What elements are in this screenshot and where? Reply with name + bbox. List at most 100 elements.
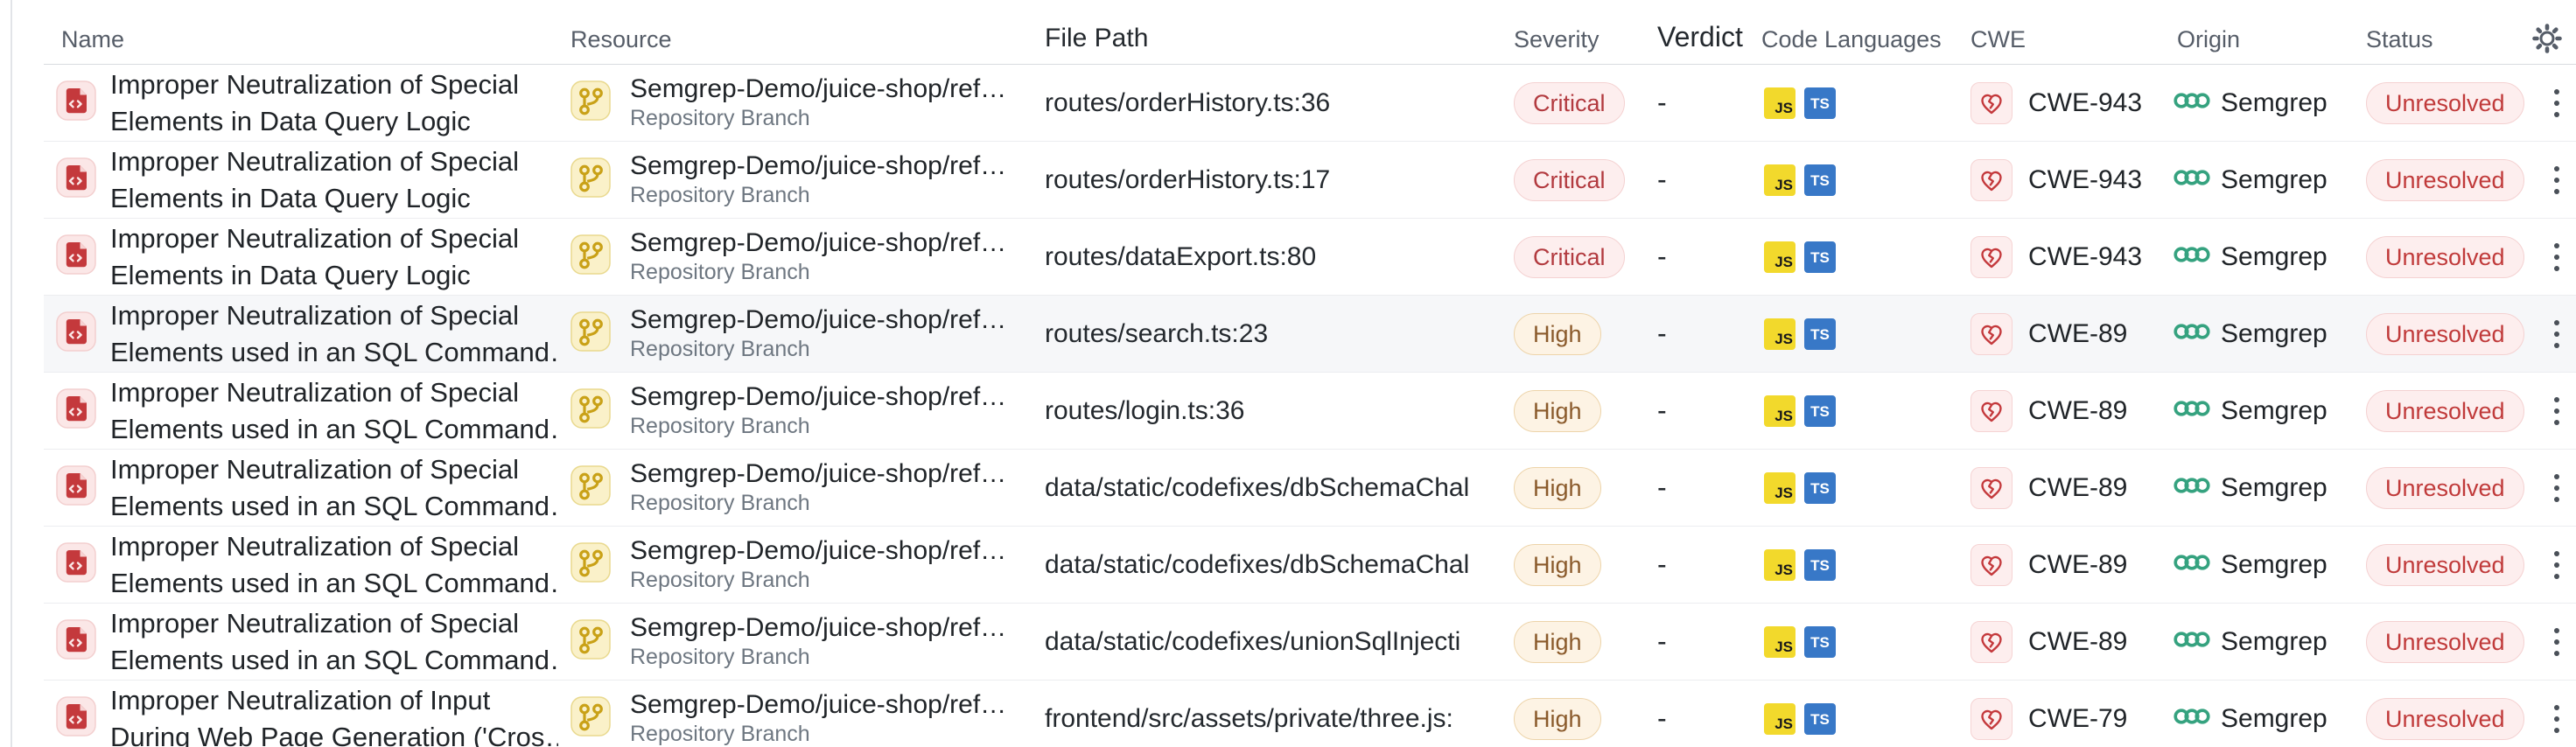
finding-name-line1: Improper Neutralization of Special [110, 66, 519, 103]
broken-heart-icon [1970, 236, 2012, 278]
typescript-language-icon: TS [1804, 626, 1836, 658]
row-menu-kebab-icon[interactable] [2549, 311, 2565, 357]
semgrep-origin-icon [2174, 244, 2210, 269]
column-header-severity: Severity [1514, 0, 1654, 64]
table-row[interactable]: Improper Neutralization of Special Eleme… [44, 450, 2576, 527]
verdict-value: - [1654, 527, 1758, 603]
broken-heart-icon [1970, 467, 2012, 509]
column-header-verdict: Verdict [1654, 0, 1758, 64]
git-branch-icon [570, 696, 611, 741]
resource-type-label: Repository Branch [630, 567, 1006, 594]
row-menu-kebab-icon[interactable] [2549, 80, 2565, 126]
finding-name-line1: Improper Neutralization of Special [110, 605, 558, 642]
broken-heart-icon [1970, 159, 2012, 201]
origin-name: Semgrep [2221, 165, 2328, 195]
code-file-icon [56, 388, 96, 433]
semgrep-origin-icon [2174, 321, 2210, 346]
resource-name: Semgrep-Demo/juice-shop/ref… [630, 458, 1006, 490]
resource-name: Semgrep-Demo/juice-shop/ref… [630, 612, 1006, 644]
git-branch-icon [570, 465, 611, 510]
table-row[interactable]: Improper Neutralization of Special Eleme… [44, 373, 2576, 450]
code-file-icon [56, 619, 96, 664]
finding-name-line1: Improper Neutralization of Special [110, 220, 519, 257]
finding-name-line1: Improper Neutralization of Special [110, 451, 558, 488]
column-header-status: Status [2361, 0, 2538, 64]
finding-name-line2: Elements used in an SQL Command… [110, 411, 558, 448]
table-row[interactable]: Improper Neutralization of Special Eleme… [44, 142, 2576, 219]
typescript-language-icon: TS [1804, 318, 1836, 350]
column-header-langs: Code Languages [1758, 0, 1970, 64]
severity-badge: High [1514, 544, 1601, 586]
table-row[interactable]: Improper Neutralization of Special Eleme… [44, 527, 2576, 604]
origin-name: Semgrep [2221, 319, 2328, 349]
row-menu-kebab-icon[interactable] [2549, 542, 2565, 588]
git-branch-icon [570, 234, 611, 279]
origin-name: Semgrep [2221, 242, 2328, 272]
resource-name: Semgrep-Demo/juice-shop/ref… [630, 227, 1006, 259]
column-header-path: File Path [1045, 0, 1514, 64]
git-branch-icon [570, 80, 611, 125]
cwe-id: CWE-89 [2028, 550, 2127, 580]
javascript-language-icon: JS [1764, 626, 1796, 658]
semgrep-origin-icon [2174, 398, 2210, 423]
origin-name: Semgrep [2221, 550, 2328, 580]
resource-type-label: Repository Branch [630, 721, 1006, 747]
resource-name: Semgrep-Demo/juice-shop/ref… [630, 73, 1006, 105]
origin-name: Semgrep [2221, 396, 2328, 426]
table-row[interactable]: Improper Neutralization of Special Eleme… [44, 65, 2576, 142]
finding-name-line1: Improper Neutralization of Special [110, 374, 558, 411]
table-row[interactable]: Improper Neutralization of Special Eleme… [44, 296, 2576, 373]
code-file-icon [56, 80, 96, 125]
row-menu-kebab-icon[interactable] [2549, 388, 2565, 434]
table-row[interactable]: Improper Neutralization of Special Eleme… [44, 219, 2576, 296]
gear-icon [2529, 20, 2566, 61]
severity-badge: High [1514, 313, 1601, 355]
javascript-language-icon: JS [1764, 164, 1796, 196]
broken-heart-icon [1970, 698, 2012, 740]
verdict-value: - [1654, 681, 1758, 747]
severity-badge: Critical [1514, 159, 1625, 201]
findings-table: NameResourceFile PathSeverityVerdictCode… [44, 0, 2576, 747]
file-path: data/static/codefixes/dbSchemaChal [1045, 527, 1514, 603]
row-menu-kebab-icon[interactable] [2549, 234, 2565, 280]
row-menu-kebab-icon[interactable] [2549, 157, 2565, 203]
cwe-id: CWE-943 [2028, 242, 2142, 272]
status-badge: Unresolved [2366, 159, 2524, 201]
finding-name-line2: Elements used in an SQL Command… [110, 334, 558, 371]
resource-type-label: Repository Branch [630, 413, 1006, 440]
resource-type-label: Repository Branch [630, 336, 1006, 363]
code-file-icon [56, 234, 96, 279]
typescript-language-icon: TS [1804, 472, 1836, 504]
semgrep-origin-icon [2174, 552, 2210, 577]
verdict-value: - [1654, 450, 1758, 526]
file-path: frontend/src/assets/private/three.js: [1045, 681, 1514, 747]
typescript-language-icon: TS [1804, 395, 1836, 427]
cwe-id: CWE-79 [2028, 704, 2127, 734]
verdict-value: - [1654, 604, 1758, 680]
row-menu-kebab-icon[interactable] [2549, 696, 2565, 742]
resource-type-label: Repository Branch [630, 490, 1006, 517]
file-path: routes/search.ts:23 [1045, 296, 1514, 372]
finding-name-line2: Elements used in an SQL Command… [110, 642, 558, 679]
status-badge: Unresolved [2366, 236, 2524, 278]
finding-name-line1: Improper Neutralization of Special [110, 528, 558, 565]
resource-type-label: Repository Branch [630, 644, 1006, 671]
finding-name-line2: Elements in Data Query Logic [110, 257, 519, 294]
verdict-value: - [1654, 142, 1758, 218]
cwe-id: CWE-89 [2028, 473, 2127, 503]
table-row[interactable]: Improper Neutralization of Input During … [44, 681, 2576, 747]
semgrep-origin-icon [2174, 629, 2210, 654]
status-badge: Unresolved [2366, 544, 2524, 586]
row-menu-kebab-icon[interactable] [2549, 619, 2565, 665]
row-menu-kebab-icon[interactable] [2549, 465, 2565, 511]
file-path: routes/orderHistory.ts:36 [1045, 65, 1514, 141]
broken-heart-icon [1970, 621, 2012, 663]
table-row[interactable]: Improper Neutralization of Special Eleme… [44, 604, 2576, 681]
verdict-value: - [1654, 296, 1758, 372]
typescript-language-icon: TS [1804, 549, 1836, 581]
file-path: data/static/codefixes/dbSchemaChal [1045, 450, 1514, 526]
broken-heart-icon [1970, 390, 2012, 432]
table-settings-button[interactable] [2529, 22, 2566, 59]
git-branch-icon [570, 619, 611, 664]
javascript-language-icon: JS [1764, 703, 1796, 735]
